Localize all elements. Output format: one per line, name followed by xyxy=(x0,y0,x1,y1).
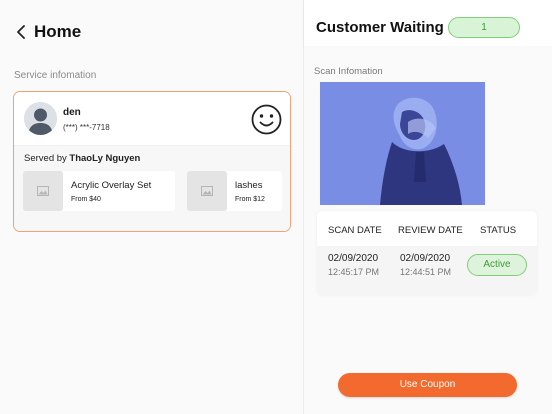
customer-row: den (***) ***-7718 xyxy=(14,92,290,146)
scan-info-label: Scan Infomation xyxy=(314,66,383,77)
technician-name: ThaoLy Nguyen xyxy=(69,153,141,164)
avatar xyxy=(24,102,57,135)
column-header: REVIEW DATE xyxy=(398,225,463,236)
scan-table: SCAN DATE REVIEW DATE STATUS 02/09/2020 … xyxy=(317,211,537,295)
customer-waiting-header: Customer Waiting 1 xyxy=(304,0,552,46)
waiting-count-badge: 1 xyxy=(448,17,520,38)
column-header: SCAN DATE xyxy=(328,225,382,236)
services-section: Served by ThaoLy Nguyen Acrylic Overlay … xyxy=(14,146,290,231)
service-item[interactable]: Acrylic Overlay Set From $40 xyxy=(23,171,175,211)
customer-waiting-title: Customer Waiting xyxy=(316,19,444,36)
service-item[interactable]: lashes From $12 xyxy=(187,171,282,211)
chevron-left-icon xyxy=(16,25,26,39)
status-badge[interactable]: Active xyxy=(467,254,527,276)
table-row: 02/09/2020 12:45:17 PM 02/09/2020 12:44:… xyxy=(317,246,537,295)
scan-time: 12:45:17 PM xyxy=(328,267,380,277)
service-card[interactable]: den (***) ***-7718 Served by ThaoLy Nguy… xyxy=(13,91,291,232)
use-coupon-button[interactable]: Use Coupon xyxy=(338,373,517,397)
review-date: 02/09/2020 xyxy=(400,253,451,264)
service-price: From $12 xyxy=(235,196,265,203)
service-name: lashes xyxy=(235,180,263,191)
service-pane: Home Service infomation den (***) ***-77… xyxy=(0,0,303,414)
scan-image xyxy=(320,82,485,205)
column-header: STATUS xyxy=(480,225,517,236)
scan-section: Scan Infomation SCAN DATE REVIEW DATE ST… xyxy=(304,46,552,414)
image-placeholder-icon xyxy=(187,171,227,211)
image-placeholder-icon xyxy=(23,171,63,211)
page-title: Home xyxy=(34,22,82,41)
back-button[interactable]: Home xyxy=(16,22,81,42)
service-info-label: Service infomation xyxy=(14,70,97,81)
scan-date: 02/09/2020 xyxy=(328,253,379,264)
smiley-icon[interactable] xyxy=(251,104,282,140)
customer-phone: (***) ***-7718 xyxy=(63,123,110,132)
avatar-icon xyxy=(24,102,57,135)
customer-waiting-pane: Customer Waiting 1 Scan Infomation SCAN … xyxy=(304,0,552,414)
customer-name: den xyxy=(63,107,81,118)
service-price: From $40 xyxy=(71,196,101,203)
review-time: 12:44:51 PM xyxy=(400,267,452,277)
service-name: Acrylic Overlay Set xyxy=(71,180,152,191)
served-by: Served by ThaoLy Nguyen xyxy=(24,153,141,164)
